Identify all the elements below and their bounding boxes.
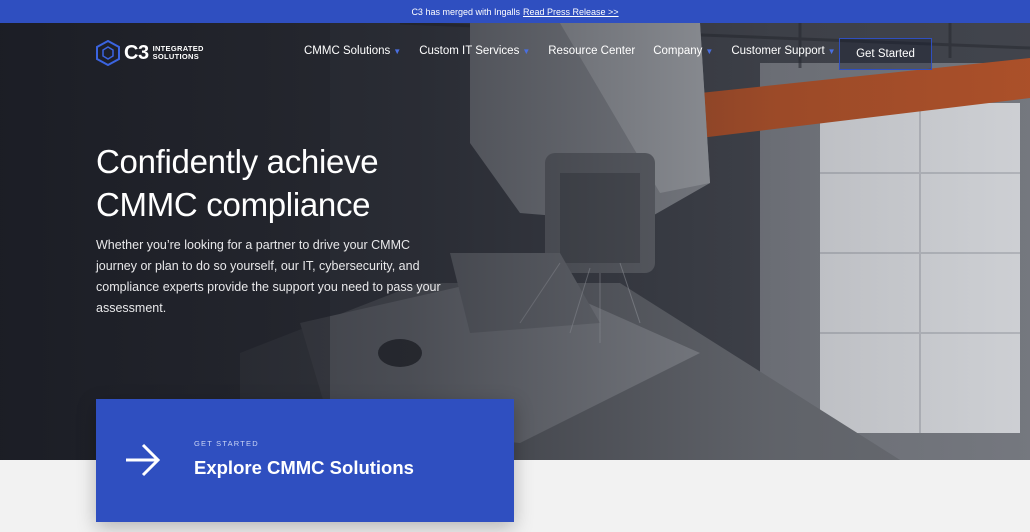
explore-cmmc-card[interactable]: GET STARTED Explore CMMC Solutions bbox=[96, 399, 514, 522]
get-started-button[interactable]: Get Started bbox=[839, 38, 932, 70]
nav-item-label: Customer Support bbox=[731, 45, 825, 57]
card-title: Explore CMMC Solutions bbox=[194, 457, 414, 478]
nav-item-customer-support[interactable]: Customer Support ▼ bbox=[731, 45, 835, 57]
nav-item-label: CMMC Solutions bbox=[304, 45, 391, 57]
nav-item-label: Resource Center bbox=[548, 45, 636, 57]
headline-line-2: CMMC compliance bbox=[96, 186, 371, 223]
nav-item-label: Company bbox=[653, 45, 703, 57]
nav-item-custom-it-services[interactable]: Custom IT Services ▼ bbox=[419, 45, 530, 57]
nav-item-resource-center[interactable]: Resource Center bbox=[548, 45, 635, 57]
chevron-down-icon: ▼ bbox=[827, 46, 836, 56]
hero-section: C3 INTEGRATED SOLUTIONS CMMC Solutions ▼… bbox=[0, 23, 1030, 460]
main-nav: CMMC Solutions ▼ Custom IT Services ▼ Re… bbox=[304, 45, 854, 57]
logo-mark: C3 bbox=[124, 41, 149, 64]
press-release-link[interactable]: Read Press Release >> bbox=[523, 7, 619, 17]
announcement-bar: C3 has merged with Ingalls Read Press Re… bbox=[0, 0, 1030, 23]
arrow-right-icon bbox=[126, 443, 161, 477]
announcement-text: C3 has merged with Ingalls bbox=[411, 6, 520, 17]
nav-item-company[interactable]: Company ▼ bbox=[653, 45, 713, 57]
logo-text: INTEGRATED SOLUTIONS bbox=[153, 45, 204, 61]
hero-headline: Confidently achieve CMMC compliance bbox=[96, 140, 379, 226]
chevron-down-icon: ▼ bbox=[705, 46, 714, 56]
chevron-down-icon: ▼ bbox=[522, 46, 531, 56]
chevron-down-icon: ▼ bbox=[393, 46, 402, 56]
nav-item-label: Custom IT Services bbox=[419, 45, 520, 57]
c3-logo[interactable]: C3 INTEGRATED SOLUTIONS bbox=[96, 40, 204, 66]
nav-item-cmmc-solutions[interactable]: CMMC Solutions ▼ bbox=[304, 45, 401, 57]
hexagon-logo-icon bbox=[96, 40, 120, 66]
logo-line-2: SOLUTIONS bbox=[152, 52, 200, 61]
hero-description: Whether you’re looking for a partner to … bbox=[96, 238, 441, 315]
card-eyebrow: GET STARTED bbox=[194, 439, 259, 448]
headline-line-1: Confidently achieve bbox=[96, 143, 379, 180]
